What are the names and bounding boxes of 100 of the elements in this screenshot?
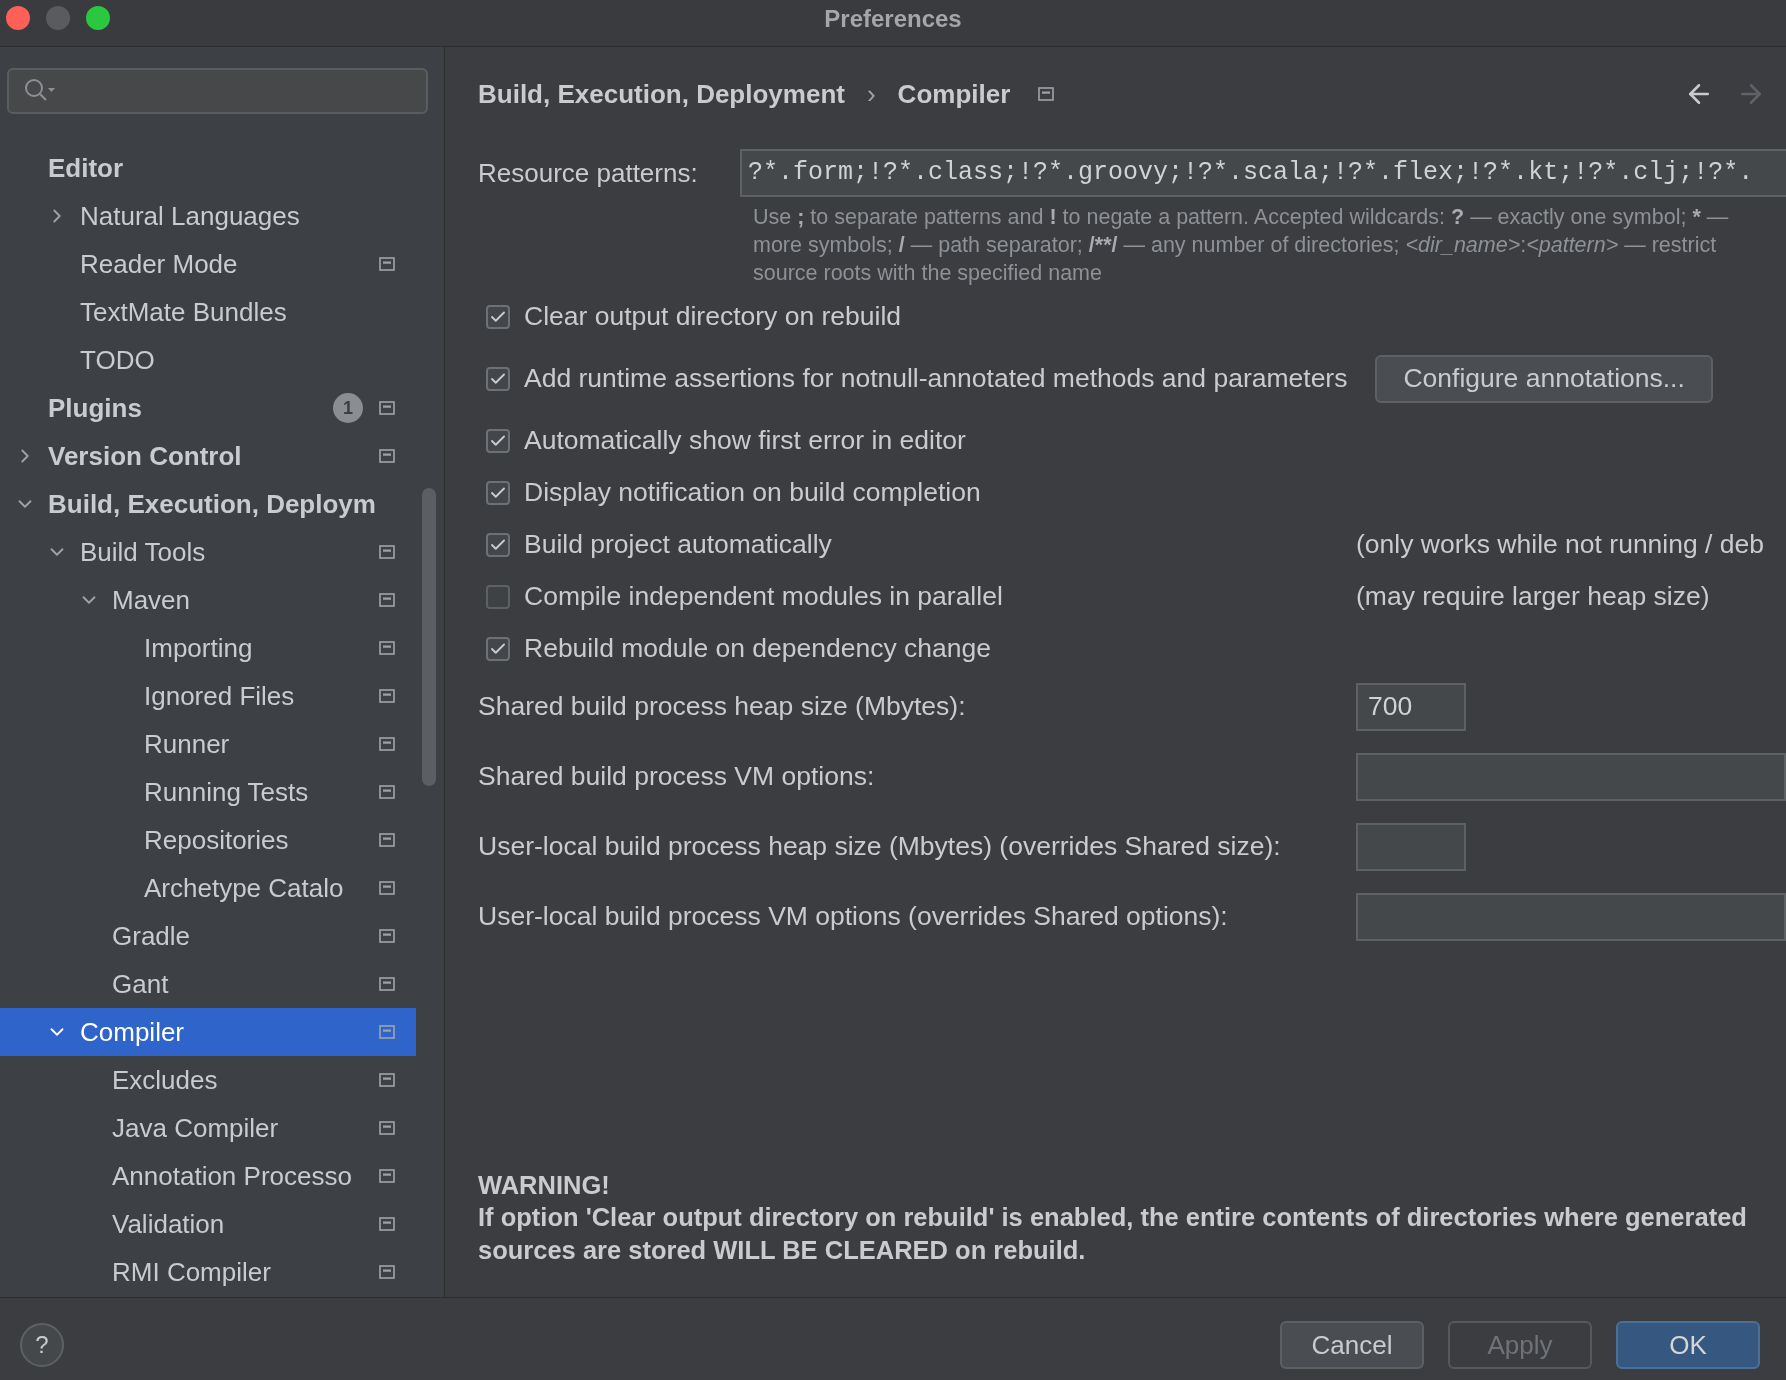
tree-item-label: Gant: [112, 967, 169, 1001]
project-icon: [1038, 87, 1055, 101]
dialog-button[interactable]: OK: [1616, 1321, 1760, 1369]
scrollbar-thumb[interactable]: [422, 488, 436, 786]
project-icon: [379, 929, 395, 943]
project-icon: [379, 593, 395, 607]
tree-item-label: Reader Mode: [80, 247, 238, 281]
tree-item[interactable]: Maven: [0, 576, 416, 624]
tree-item[interactable]: Runner: [0, 720, 416, 768]
tree-item-label: Annotation Processo: [112, 1159, 352, 1193]
project-icon: [379, 785, 395, 799]
checkbox-label: Display notification on build completion: [524, 476, 981, 510]
tree-item[interactable]: Ignored Files: [0, 672, 416, 720]
tree-item-label: Maven: [112, 583, 191, 617]
tree-item-label: TODO: [80, 343, 155, 377]
tree-item[interactable]: Editor: [0, 144, 416, 192]
tree-item-label: Compiler: [80, 1015, 185, 1049]
project-icon: [379, 881, 395, 895]
tree-item-label: Importing: [144, 631, 253, 665]
checkbox-label: Automatically show first error in editor: [524, 424, 966, 458]
tree-item-label: Build, Execution, Deploym: [48, 487, 376, 521]
project-icon: [379, 1121, 395, 1135]
warning-text: If option 'Clear output directory on rebuild' is enabled, the entire contents of directories where generated sources are stored WILL BE CLEARED on rebuild.: [478, 1202, 1748, 1266]
project-icon: [379, 257, 395, 271]
tree-item-label: Excludes: [112, 1063, 218, 1097]
tree-item[interactable]: Repositories: [0, 816, 416, 864]
input-field[interactable]: 700: [1356, 683, 1466, 731]
tree-item-label: Ignored Files: [144, 679, 295, 713]
checkbox[interactable]: [486, 305, 510, 329]
tree-item[interactable]: RMI Compiler: [0, 1248, 416, 1296]
tree-item-label: Running Tests: [144, 775, 309, 809]
checkbox-label: Clear output directory on rebuild: [524, 300, 902, 334]
tree-item[interactable]: Plugins 1: [0, 384, 416, 432]
tree-item[interactable]: Build Tools: [0, 528, 416, 576]
tree-item[interactable]: Excludes: [0, 1056, 416, 1104]
tree-item[interactable]: Importing: [0, 624, 416, 672]
checkbox-label: Build project automatically: [524, 528, 832, 562]
input-field[interactable]: [1356, 893, 1786, 941]
project-icon: [379, 449, 395, 463]
checkbox[interactable]: [486, 533, 510, 557]
tree-item[interactable]: Validation: [0, 1200, 416, 1248]
tree-item-label: RMI Compiler: [112, 1255, 271, 1289]
tree-item-label: Repositories: [144, 823, 289, 857]
checkbox-label: Rebuild module on dependency change: [524, 632, 992, 666]
input-field[interactable]: [1356, 753, 1786, 801]
project-icon: [379, 833, 395, 847]
option-note: (only works while not running / deb: [1356, 528, 1765, 562]
breadcrumb-current: Compiler: [897, 77, 1011, 111]
option-note: (may require larger heap size): [1356, 580, 1710, 614]
checkbox[interactable]: [486, 367, 510, 391]
tree-item[interactable]: Gant: [0, 960, 416, 1008]
close-window-button[interactable]: [6, 6, 30, 30]
checkbox[interactable]: [486, 481, 510, 505]
tree-item-label: Java Compiler: [112, 1111, 279, 1145]
help-button[interactable]: ?: [20, 1323, 64, 1367]
tree-item[interactable]: Archetype Catalo: [0, 864, 416, 912]
zoom-window-button[interactable]: [86, 6, 110, 30]
tree-item[interactable]: TextMate Bundles: [0, 288, 416, 336]
project-icon: [379, 641, 395, 655]
tree-item[interactable]: Compiler: [0, 1008, 416, 1056]
configure-annotations-button[interactable]: Configure annotations...: [1375, 355, 1713, 403]
breadcrumb-link[interactable]: Build, Execution, Deployment: [478, 74, 845, 114]
project-icon: [379, 689, 395, 703]
checkbox-label: Compile independent modules in parallel: [524, 580, 1003, 614]
tree-item-label: Runner: [144, 727, 230, 761]
window-title: Preferences: [824, 4, 962, 34]
project-icon: [379, 1217, 395, 1231]
tree-item-label: Archetype Catalo: [144, 871, 344, 905]
hint-text: Use ; to separate patterns and ! to negate a pattern. Accepted wildcards: ? — exactly one symbol; * — more symbols; / — path separator; /**/ — any number of directories; <dir_name>:<pattern> — restrict source roots with the specified name: [753, 204, 1730, 287]
tree-item-label: Validation: [112, 1207, 225, 1241]
tree-item[interactable]: Version Control: [0, 432, 416, 480]
tree-item[interactable]: Build, Execution, Deploym: [0, 480, 416, 528]
checkbox[interactable]: [486, 429, 510, 453]
field-label: User-local build process heap size (Mbytes) (overrides Shared size):: [478, 830, 1282, 864]
tree-item-label: Editor: [48, 151, 124, 185]
input-field[interactable]: [1356, 823, 1466, 871]
checkbox-label: Add runtime assertions for notnull-annotated methods and parameters: [524, 362, 1348, 396]
tree-item[interactable]: Java Compiler: [0, 1104, 416, 1152]
checkbox[interactable]: [486, 637, 510, 661]
resource-patterns-field[interactable]: ?*.form;!?*.class;!?*.groovy;!?*.scala;!?*.flex;!?*.kt;!?*.clj;!?*.: [740, 149, 1786, 197]
checkbox[interactable]: [486, 585, 510, 609]
tree-item[interactable]: Natural Languages: [0, 192, 416, 240]
count-badge: 1: [333, 393, 363, 423]
field-label: User-local build process VM options (overrides Shared options):: [478, 900, 1229, 934]
project-icon: [379, 1265, 395, 1279]
tree-item[interactable]: Annotation Processo: [0, 1152, 416, 1200]
tree-item[interactable]: TODO: [0, 336, 416, 384]
tree-item[interactable]: Running Tests: [0, 768, 416, 816]
project-icon: [379, 1169, 395, 1183]
project-icon: [379, 977, 395, 991]
search-field[interactable]: [7, 68, 428, 114]
tree-item-label: Natural Languages: [80, 199, 300, 233]
project-icon: [379, 545, 395, 559]
tree-item-label: Plugins: [48, 391, 142, 425]
tree-item[interactable]: Gradle: [0, 912, 416, 960]
project-icon: [379, 1073, 395, 1087]
warning-title: WARNING!: [478, 1170, 611, 1201]
dialog-button[interactable]: Cancel: [1280, 1321, 1424, 1369]
tree-item-label: Gradle: [112, 919, 191, 953]
tree-item[interactable]: Reader Mode: [0, 240, 416, 288]
